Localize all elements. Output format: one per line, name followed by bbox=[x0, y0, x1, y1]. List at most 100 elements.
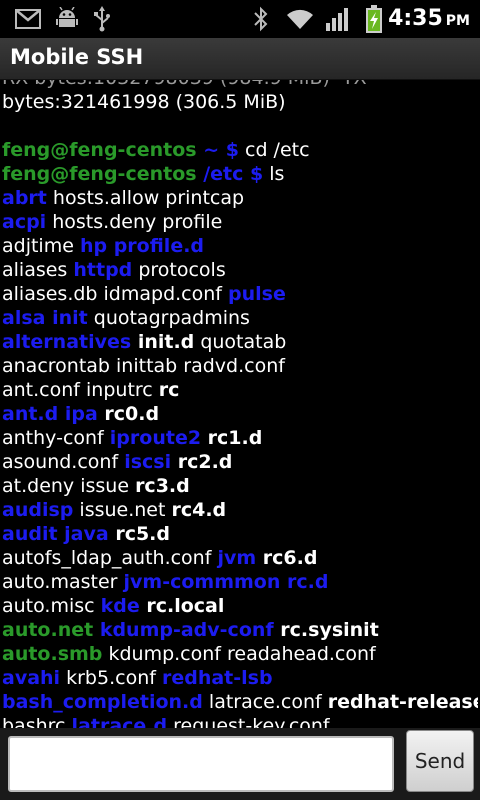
terminal-text: avahi bbox=[2, 667, 61, 689]
terminal-text: hosts.deny profile bbox=[46, 211, 223, 233]
wifi-icon bbox=[284, 6, 316, 32]
title-bar: Mobile SSH bbox=[0, 38, 480, 80]
terminal-line: audisp issue.net rc4.d bbox=[2, 498, 478, 522]
terminal-text: bash_completion.d bbox=[2, 691, 203, 713]
terminal-text: krb5.conf bbox=[60, 667, 162, 689]
terminal-text: bytes:321461998 (306.5 MiB) bbox=[2, 91, 286, 113]
command-input[interactable] bbox=[8, 736, 394, 792]
terminal-text: alsa init bbox=[2, 307, 88, 329]
terminal-line: anacrontab inittab radvd.conf bbox=[2, 354, 478, 378]
terminal-text: anthy-conf bbox=[2, 427, 110, 449]
terminal-text: ant.d ipa bbox=[2, 403, 98, 425]
terminal-text: feng@feng-centos bbox=[2, 139, 197, 161]
terminal-text: rc3.d bbox=[135, 475, 190, 497]
terminal-line: asound.conf iscsi rc2.d bbox=[2, 450, 478, 474]
terminal-text: quotagrpadmins bbox=[87, 307, 250, 329]
terminal-text: rc5.d bbox=[108, 523, 170, 545]
terminal-text: rc.sysinit bbox=[273, 619, 379, 641]
terminal-text: RX bytes:1032798039 (984.9 MiB) TX bbox=[2, 80, 367, 89]
status-bar: 4:35 PM bbox=[0, 0, 480, 38]
terminal-line: feng@feng-centos /etc $ ls bbox=[2, 162, 478, 186]
terminal-text: auto.misc bbox=[2, 595, 101, 617]
terminal-text: rc.local bbox=[139, 595, 225, 617]
terminal-text: abrt bbox=[2, 187, 47, 209]
gmail-icon bbox=[14, 6, 42, 32]
terminal-text: pulse bbox=[228, 283, 286, 305]
terminal-text: request-key.conf bbox=[167, 715, 330, 728]
terminal-line: acpi hosts.deny profile bbox=[2, 210, 478, 234]
terminal-text: rc2.d bbox=[171, 451, 233, 473]
terminal-text: auto.smb bbox=[2, 643, 103, 665]
terminal-output[interactable]: RX bytes:1032798039 (984.9 MiB) TX bytes:… bbox=[0, 80, 480, 728]
app-title: Mobile SSH bbox=[10, 45, 144, 69]
terminal-text: rc0.d bbox=[97, 403, 160, 425]
terminal-text: redhat-release bbox=[327, 691, 478, 713]
terminal-text: httpd bbox=[73, 259, 133, 281]
terminal-text: auto.net bbox=[2, 619, 94, 641]
terminal-text: auto.master bbox=[2, 571, 124, 593]
terminal-text: rc6.d bbox=[256, 547, 318, 569]
terminal-line: alternatives init.d quotatab bbox=[2, 330, 478, 354]
terminal-text: rc4.d bbox=[171, 499, 227, 521]
terminal-lines: RX bytes:1032798039 (984.9 MiB) TX bytes:… bbox=[2, 80, 478, 728]
terminal-text: protocols bbox=[132, 259, 226, 281]
terminal-text: at.deny issue bbox=[2, 475, 136, 497]
terminal-line: abrt hosts.allow printcap bbox=[2, 186, 478, 210]
terminal-text: quotatab bbox=[194, 331, 287, 353]
terminal-text: ant.conf inputrc bbox=[2, 379, 159, 401]
terminal-text: autofs_ldap_auth.conf bbox=[2, 547, 218, 569]
terminal-text: feng@feng-centos bbox=[2, 163, 197, 185]
terminal-line: bashrc latrace.d request-key.conf bbox=[2, 714, 478, 728]
terminal-text: rc bbox=[158, 379, 180, 401]
terminal-text: aliases bbox=[2, 259, 74, 281]
clock: 4:35 PM bbox=[388, 6, 470, 32]
terminal-line: auto.net kdump-adv-conf rc.sysinit bbox=[2, 618, 478, 642]
android-debug-icon bbox=[54, 6, 80, 32]
terminal-text: iproute2 bbox=[109, 427, 202, 449]
terminal-text: kde bbox=[100, 595, 140, 617]
terminal-text: kdump.conf readahead.conf bbox=[102, 643, 376, 665]
terminal-line: ant.d ipa rc0.d bbox=[2, 402, 478, 426]
send-button[interactable]: Send bbox=[406, 730, 474, 792]
terminal-line: auto.smb kdump.conf readahead.conf bbox=[2, 642, 478, 666]
terminal-line: audit java rc5.d bbox=[2, 522, 478, 546]
input-bar: Send bbox=[0, 728, 480, 800]
terminal-text: iscsi bbox=[124, 451, 172, 473]
terminal-line: adjtime hp profile.d bbox=[2, 234, 478, 258]
clock-ampm: PM bbox=[445, 13, 470, 29]
terminal-text: asound.conf bbox=[2, 451, 125, 473]
battery-charging-icon bbox=[362, 5, 386, 33]
terminal-line: bash_completion.d latrace.conf redhat-re… bbox=[2, 690, 478, 714]
terminal-text: ls bbox=[263, 163, 285, 185]
terminal-text: adjtime bbox=[2, 235, 80, 257]
terminal-line: anthy-conf iproute2 rc1.d bbox=[2, 426, 478, 450]
clock-time: 4:35 bbox=[388, 6, 443, 31]
terminal-text: ~ $ bbox=[196, 139, 239, 161]
terminal-text: bashrc bbox=[2, 715, 72, 728]
terminal-text: jvm bbox=[217, 547, 257, 569]
terminal-line: auto.misc kde rc.local bbox=[2, 594, 478, 618]
terminal-text: redhat-lsb bbox=[161, 667, 273, 689]
terminal-line: RX bytes:1032798039 (984.9 MiB) TX bbox=[2, 80, 478, 90]
terminal-text: aliases.db idmapd.conf bbox=[2, 283, 229, 305]
terminal-text: latrace.conf bbox=[202, 691, 328, 713]
signal-icon bbox=[324, 6, 350, 32]
terminal-text: hp profile.d bbox=[79, 235, 205, 257]
terminal-text: hosts.allow printcap bbox=[46, 187, 245, 209]
terminal-text: cd /etc bbox=[238, 139, 310, 161]
terminal-text: init.d bbox=[131, 331, 195, 353]
terminal-text: alternatives bbox=[2, 331, 132, 353]
terminal-text: jvm-commmon rc.d bbox=[123, 571, 329, 593]
terminal-text: audit java bbox=[2, 523, 109, 545]
terminal-text: issue.net bbox=[73, 499, 172, 521]
terminal-line: bytes:321461998 (306.5 MiB) bbox=[2, 90, 478, 114]
terminal-text: audisp bbox=[2, 499, 74, 521]
terminal-line: autofs_ldap_auth.conf jvm rc6.d bbox=[2, 546, 478, 570]
terminal-text: latrace.d bbox=[71, 715, 168, 728]
usb-icon bbox=[92, 6, 112, 32]
terminal-line: auto.master jvm-commmon rc.d bbox=[2, 570, 478, 594]
terminal-text: anacrontab inittab radvd.conf bbox=[2, 355, 285, 377]
terminal-line: aliases httpd protocols bbox=[2, 258, 478, 282]
terminal-text: /etc $ bbox=[196, 163, 264, 185]
